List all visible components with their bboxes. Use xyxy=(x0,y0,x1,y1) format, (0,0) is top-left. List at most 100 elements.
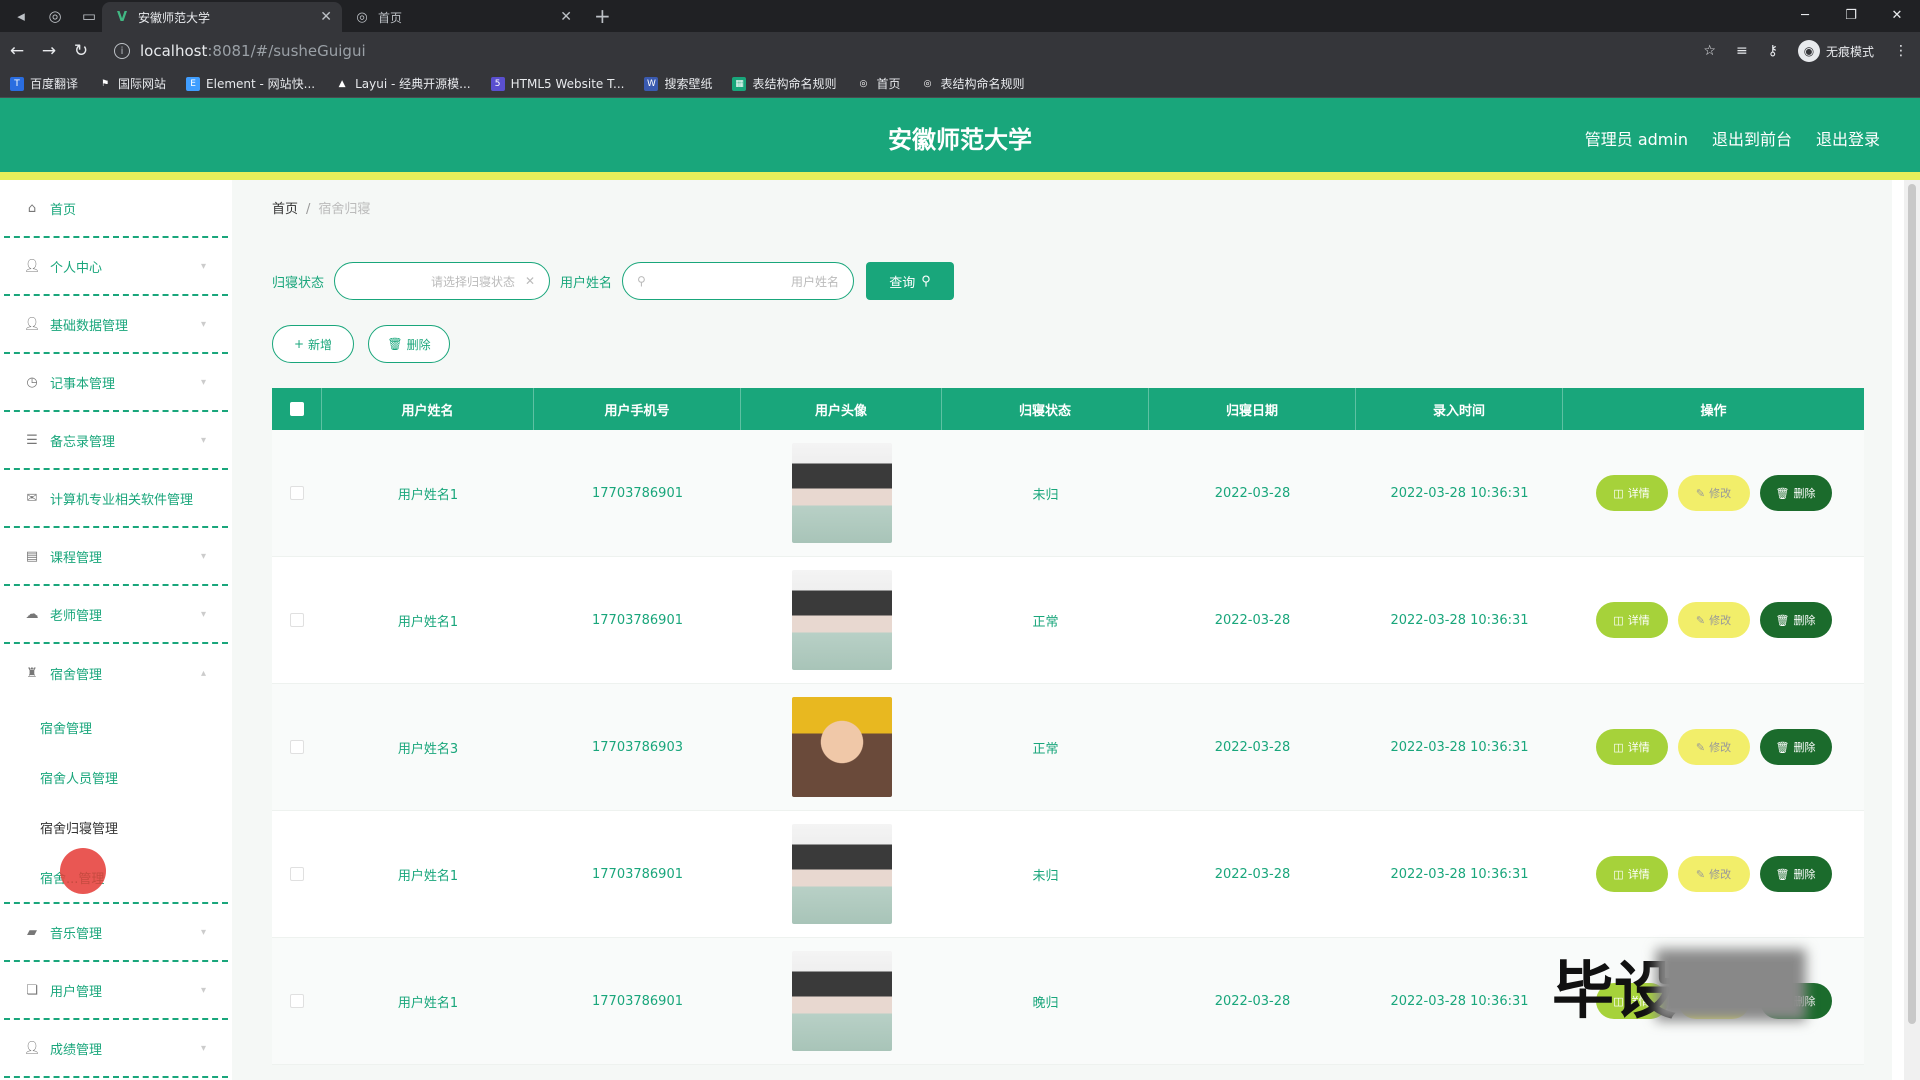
star-icon[interactable]: ☆ xyxy=(1703,43,1716,59)
close-window-icon[interactable]: ✕ xyxy=(1874,0,1920,30)
url-field[interactable]: i localhost:8081/#/susheGuigui xyxy=(114,42,366,60)
bookmark[interactable]: E Element - 网站快... xyxy=(186,75,315,92)
bookmark[interactable]: T 百度翻译 xyxy=(10,75,78,92)
cell-avatar-image[interactable] xyxy=(791,443,892,543)
table-row[interactable]: 用户姓名3 17703786903 正常 2022-03-28 2022-03-28 1… xyxy=(272,684,1864,811)
logout-link[interactable]: 退出登录 xyxy=(1816,126,1880,150)
cell-status: 未归 xyxy=(1032,487,1059,503)
table-row[interactable]: 用户姓名1 17703786901 未归 2022-03-28 2022-03-28 1… xyxy=(272,430,1864,557)
query-button[interactable]: 查询 ⚲ xyxy=(866,262,955,300)
row-checkbox[interactable] xyxy=(290,740,304,754)
table-row[interactable]: 用户姓名1 17703786901 未归 2022-03-28 2022-03-28 1… xyxy=(272,811,1864,938)
delete-button[interactable]: 🗑︎ 删除 xyxy=(368,325,450,363)
chevron-up-icon: ▴ xyxy=(200,667,206,679)
browser-tab-active[interactable]: V 安徽师范大学 ✕ xyxy=(102,2,342,32)
globe-icon[interactable]: ◎ xyxy=(42,3,68,29)
bookmark[interactable]: ▦ 表结构命名规则 xyxy=(732,75,836,92)
sidebar-item-users[interactable]: ❏ 用户管理 ▾ xyxy=(4,962,228,1020)
edit-button[interactable]: ✎修改 xyxy=(1677,475,1750,511)
sidebar-subitem-dorm-other[interactable]: 宿舍...管理 xyxy=(4,852,228,902)
clock-icon: ◷ xyxy=(26,374,38,390)
breadcrumb-home[interactable]: 首页 xyxy=(272,202,298,217)
tab-title: 首页 xyxy=(378,10,403,25)
sidebar-item-base-data[interactable]: 👤︎ 基础数据管理 ▾ xyxy=(4,296,228,354)
col-header-phone[interactable]: 用户手机号 xyxy=(534,388,741,430)
col-header-name[interactable]: 用户姓名 xyxy=(322,388,534,430)
detail-button[interactable]: ◫ 详情 xyxy=(1595,475,1668,511)
row-delete-button[interactable]: 🗑︎删除 xyxy=(1759,856,1832,892)
row-checkbox[interactable] xyxy=(290,613,304,627)
cell-avatar-image[interactable] xyxy=(791,697,892,797)
cell-avatar-image[interactable] xyxy=(791,951,892,1051)
select-all-checkbox[interactable] xyxy=(289,402,304,416)
col-header-time[interactable]: 录入时间 xyxy=(1356,388,1563,430)
row-checkbox[interactable] xyxy=(290,486,304,500)
user-icon: 👤︎ xyxy=(23,258,41,274)
breadcrumb: 首页 / 宿舍归寝 xyxy=(272,202,371,217)
element-icon: E xyxy=(186,76,201,91)
name-input[interactable]: ⚲ 用户姓名 xyxy=(622,262,855,300)
row-delete-button[interactable]: 🗑︎删除 xyxy=(1759,602,1832,638)
chevron-down-icon: ▾ xyxy=(200,318,206,330)
menu-dots-icon[interactable]: ⋮ xyxy=(1894,43,1908,59)
list-icon: ☰ xyxy=(26,432,38,448)
row-checkbox[interactable] xyxy=(290,994,304,1008)
key-icon[interactable]: ⚷ xyxy=(1768,43,1778,59)
restore-icon[interactable]: ❐ xyxy=(1828,0,1874,30)
bookmark[interactable]: ⚑ 国际网站 xyxy=(98,75,166,92)
col-header-date[interactable]: 归寝日期 xyxy=(1149,388,1356,430)
sidebar-item-home[interactable]: ⌂ 首页 xyxy=(4,180,228,238)
info-icon[interactable]: i xyxy=(114,43,130,59)
media-icon[interactable]: ≡ xyxy=(1736,43,1748,59)
detail-button[interactable]: ◫ 详情 xyxy=(1595,856,1668,892)
sidebar-subitem-dorm[interactable]: 宿舍管理 xyxy=(4,702,228,752)
cell-avatar-image[interactable] xyxy=(791,570,892,670)
edit-button[interactable]: ✎修改 xyxy=(1677,729,1750,765)
edit-button[interactable]: ✎修改 xyxy=(1677,602,1750,638)
sidebar-item-dorm[interactable]: ♜ 宿舍管理 ▴ xyxy=(4,644,228,702)
back-to-front-link[interactable]: 退出到前台 xyxy=(1712,126,1792,150)
back-history-icon[interactable]: ◂ xyxy=(8,3,34,29)
sidebar-item-software[interactable]: ✉ 计算机专业相关软件管理 xyxy=(4,470,228,528)
table-row[interactable]: 用户姓名1 17703786901 正常 2022-03-28 2022-03-28 1… xyxy=(272,557,1864,684)
sidebar-item-music[interactable]: ▰ 音乐管理 ▾ xyxy=(4,904,228,962)
clear-icon[interactable]: ✕ xyxy=(525,274,535,288)
add-button[interactable]: + 新增 xyxy=(272,325,354,363)
edit-button[interactable]: ✎修改 xyxy=(1677,856,1750,892)
forward-icon[interactable]: → xyxy=(34,41,64,61)
scrollbar-thumb[interactable] xyxy=(1908,184,1916,1024)
bookmark[interactable]: 5 HTML5 Website T... xyxy=(490,76,624,91)
col-header-status[interactable]: 归寝状态 xyxy=(942,388,1149,430)
new-tab-icon[interactable]: + xyxy=(594,4,611,28)
reload-icon[interactable]: ↻ xyxy=(66,41,96,61)
address-bar: ← → ↻ i localhost:8081/#/susheGuigui ☆ ≡… xyxy=(0,32,1920,70)
sidebar-item-scores[interactable]: 👤︎ 成绩管理 ▾ xyxy=(4,1020,228,1078)
bookmark[interactable]: W 搜索壁纸 xyxy=(644,75,712,92)
sidebar-subitem-dorm-return[interactable]: 宿舍归寝管理 xyxy=(4,802,228,852)
incognito-badge[interactable]: ◉ 无痕模式 xyxy=(1797,40,1874,62)
sidebar-item-profile[interactable]: 👤︎ 个人中心 ▾ xyxy=(4,238,228,296)
minimize-icon[interactable]: ─ xyxy=(1782,0,1828,30)
sidebar-item-notebook[interactable]: ◷ 记事本管理 ▾ xyxy=(4,354,228,412)
close-tab-icon[interactable]: ✕ xyxy=(320,9,332,25)
close-tab-icon[interactable]: ✕ xyxy=(560,9,572,25)
detail-button[interactable]: ◫ 详情 xyxy=(1595,729,1668,765)
row-checkbox[interactable] xyxy=(290,867,304,881)
browser-tab[interactable]: ◎ 首页 ✕ xyxy=(342,2,582,32)
sidebar-item-memo[interactable]: ☰ 备忘录管理 ▾ xyxy=(4,412,228,470)
back-icon[interactable]: ← xyxy=(2,41,32,61)
window-icon[interactable]: ▭ xyxy=(76,3,102,29)
status-select[interactable]: 请选择归寝状态 ✕ xyxy=(334,262,551,300)
row-delete-button[interactable]: 🗑︎删除 xyxy=(1759,729,1832,765)
action-buttons: + 新增 🗑︎ 删除 xyxy=(272,325,450,363)
sidebar-item-course[interactable]: ▤ 课程管理 ▾ xyxy=(4,528,228,586)
row-delete-button[interactable]: 🗑︎删除 xyxy=(1759,475,1832,511)
bookmark[interactable]: ◎ 表结构命名规则 xyxy=(921,75,1025,92)
cell-avatar-image[interactable] xyxy=(791,824,892,924)
detail-button[interactable]: ◫ 详情 xyxy=(1595,602,1668,638)
bookmark[interactable]: ▲ Layui - 经典开源模... xyxy=(335,75,471,92)
sidebar-item-teacher[interactable]: ☁ 老师管理 ▾ xyxy=(4,586,228,644)
bookmark[interactable]: ◎ 首页 xyxy=(856,75,901,92)
sidebar-subitem-dorm-members[interactable]: 宿舍人员管理 xyxy=(4,752,228,802)
page-scrollbar[interactable] xyxy=(1904,180,1920,1080)
